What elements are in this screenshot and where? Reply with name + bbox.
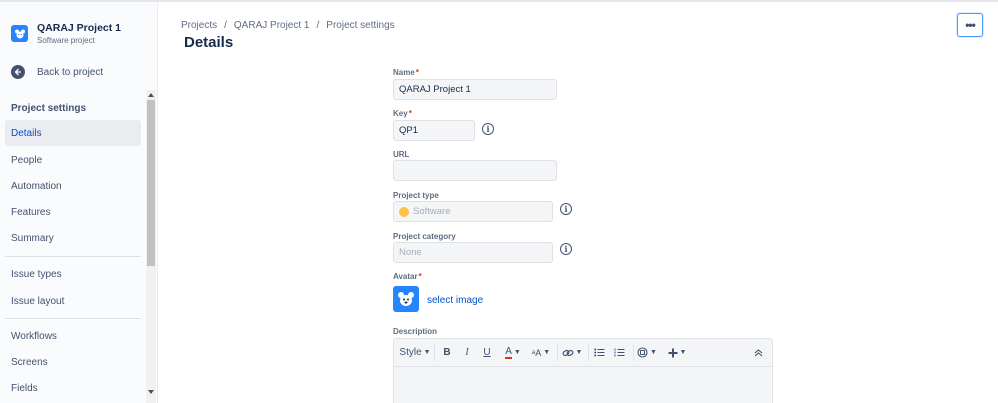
- project-avatar-image[interactable]: [393, 286, 419, 312]
- project-type-field: Software: [393, 201, 553, 222]
- more-actions-button[interactable]: •••: [957, 13, 983, 37]
- breadcrumb-separator: /: [316, 20, 320, 31]
- section-title: Project settings: [11, 103, 87, 114]
- sidebar-item-issue-layout[interactable]: Issue layout: [5, 288, 141, 314]
- chevron-down-icon: ▼: [650, 349, 657, 356]
- breadcrumb-projects[interactable]: Projects: [181, 20, 217, 31]
- key-info-icon[interactable]: i: [482, 123, 494, 135]
- sidebar: QARAJ Project 1 Software project Back to…: [0, 2, 158, 403]
- chevron-down-icon: ▼: [513, 349, 521, 356]
- software-type-icon: [399, 206, 409, 217]
- sidebar-item-summary[interactable]: Summary: [5, 225, 141, 251]
- more-formatting-button[interactable]: ᵃA ▼: [529, 343, 553, 363]
- divider: [5, 318, 141, 319]
- required-marker: *: [415, 68, 419, 77]
- bold-button[interactable]: B: [437, 343, 457, 363]
- chevron-down-icon: ▼: [575, 349, 583, 356]
- chevron-double-up-icon: [754, 348, 762, 356]
- description-label: Description: [393, 327, 438, 336]
- text-style-dropdown[interactable]: Style ▼: [398, 343, 432, 363]
- project-type: Software project: [37, 36, 95, 45]
- project-category-label: Project category: [393, 232, 456, 241]
- required-marker: *: [418, 272, 422, 281]
- toolbar-divider: [434, 344, 435, 361]
- text-color-button[interactable]: A ▼: [497, 343, 529, 363]
- chevron-down-icon: ▼: [543, 349, 551, 356]
- underline-button[interactable]: U: [477, 343, 497, 363]
- name-label: Name*: [393, 68, 419, 77]
- scroll-up-arrow-icon[interactable]: [148, 93, 154, 97]
- project-type-value: Software: [413, 206, 451, 217]
- sidebar-item-workflows[interactable]: Workflows: [5, 323, 141, 349]
- project-category-select[interactable]: None: [393, 242, 553, 263]
- breadcrumb: Projects / QARAJ Project 1 / Project set…: [181, 20, 395, 31]
- more-formatting-icon: ᵃA: [531, 347, 542, 358]
- url-label: URL: [393, 150, 410, 159]
- avatar-label: Avatar*: [393, 272, 422, 281]
- project-avatar-icon: [11, 25, 28, 42]
- chevron-down-icon: ▼: [679, 349, 687, 356]
- breadcrumb-separator: /: [224, 20, 227, 31]
- scroll-down-arrow-icon[interactable]: [148, 390, 154, 394]
- bullet-list-icon: [593, 348, 604, 357]
- sidebar-scrollbar[interactable]: [146, 90, 156, 403]
- select-image-link[interactable]: select image: [427, 295, 483, 306]
- bullet-list-button[interactable]: [589, 343, 609, 363]
- description-editor[interactable]: Style ▼ B I U A ▼ ᵃA ▼ ▼ ▼ ▼: [393, 338, 773, 403]
- link-icon: [562, 349, 573, 356]
- insert-button[interactable]: ▼: [664, 343, 690, 363]
- back-to-project-link[interactable]: Back to project: [11, 65, 103, 79]
- url-field[interactable]: [393, 160, 557, 181]
- sidebar-nav[interactable]: Project settings Details People Automati…: [0, 90, 158, 403]
- more-icon: •••: [965, 18, 976, 32]
- arrow-left-icon: [11, 65, 25, 79]
- key-field[interactable]: QP1: [393, 120, 475, 141]
- name-field[interactable]: QARAJ Project 1: [393, 79, 557, 100]
- project-name: QARAJ Project 1: [37, 22, 122, 34]
- sidebar-item-fields[interactable]: Fields: [5, 375, 141, 401]
- numbered-list-icon: [614, 348, 624, 357]
- divider: [5, 256, 141, 257]
- collapse-toolbar-button[interactable]: [748, 343, 768, 363]
- sidebar-item-automation[interactable]: Automation: [5, 173, 141, 199]
- text-color-icon: A: [505, 345, 512, 359]
- sidebar-item-people[interactable]: People: [5, 147, 141, 173]
- style-label: Style: [399, 347, 422, 358]
- mention-icon: [637, 347, 648, 358]
- required-marker: *: [408, 109, 412, 118]
- project-type-info-icon[interactable]: i: [560, 203, 572, 215]
- chevron-down-icon: ▼: [423, 349, 431, 356]
- italic-button[interactable]: I: [457, 343, 477, 363]
- project-category-info-icon[interactable]: i: [560, 243, 572, 255]
- breadcrumb-project-settings[interactable]: Project settings: [326, 20, 394, 31]
- sidebar-item-details[interactable]: Details: [5, 120, 141, 146]
- scroll-thumb[interactable]: [147, 100, 155, 266]
- sidebar-item-issue-types[interactable]: Issue types: [5, 261, 141, 287]
- numbered-list-button[interactable]: [609, 343, 629, 363]
- project-header[interactable]: QARAJ Project 1 Software project: [11, 22, 121, 46]
- key-label: Key*: [393, 109, 412, 118]
- editor-toolbar: Style ▼ B I U A ▼ ᵃA ▼ ▼ ▼ ▼: [394, 339, 772, 367]
- sidebar-item-screens[interactable]: Screens: [5, 349, 141, 375]
- project-type-label: Project type: [393, 191, 439, 200]
- link-button[interactable]: ▼: [558, 343, 586, 363]
- breadcrumb-project[interactable]: QARAJ Project 1: [234, 20, 310, 31]
- sidebar-item-features[interactable]: Features: [5, 199, 141, 225]
- back-label: Back to project: [37, 66, 104, 78]
- page-title: Details: [184, 34, 234, 51]
- mention-button[interactable]: ▼: [634, 343, 660, 363]
- plus-icon: [668, 348, 678, 357]
